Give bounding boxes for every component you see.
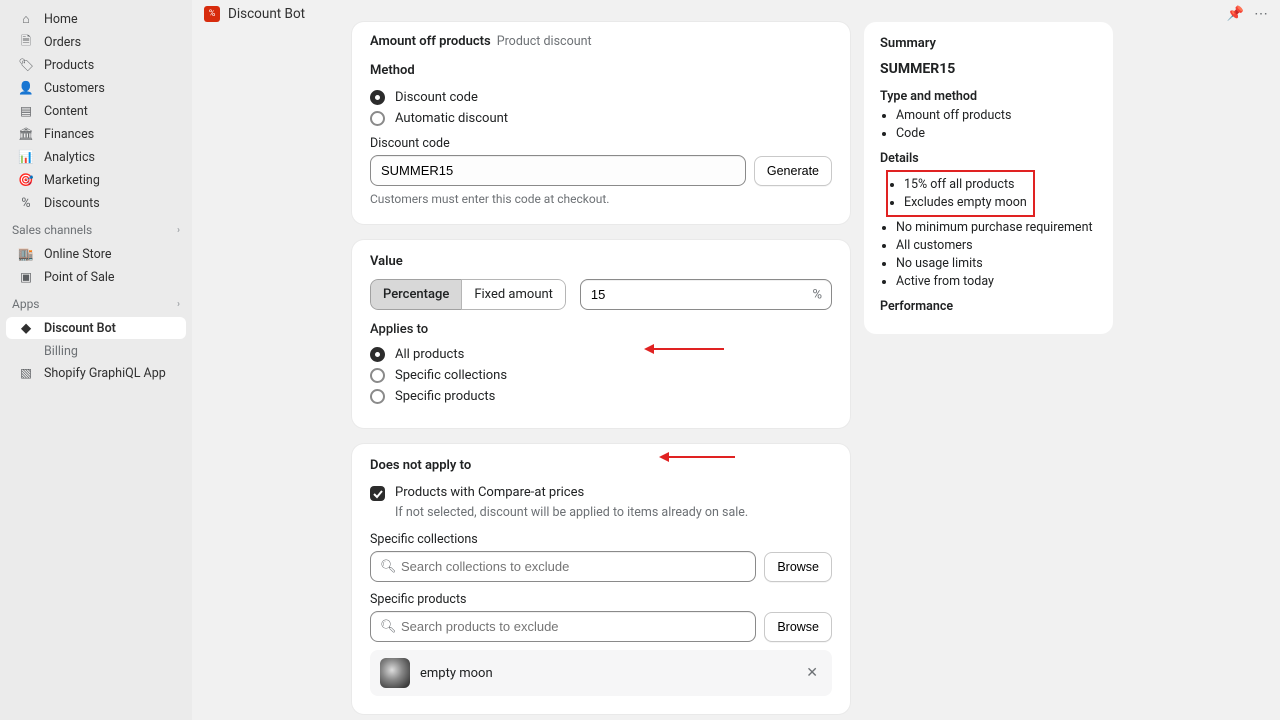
radio-icon [370, 389, 385, 404]
search-icon: 🔍︎ [380, 619, 397, 634]
summary-highlight-box: 15% off all products Excludes empty moon [886, 170, 1035, 217]
exclude-collections-search[interactable] [370, 551, 756, 582]
radio-icon [370, 368, 385, 383]
radio-selected-icon [370, 90, 385, 105]
nav-discounts[interactable]: %Discounts [6, 192, 186, 214]
excluded-product-chip: empty moon ✕ [370, 650, 832, 696]
app-icon: ▧ [18, 365, 34, 381]
marketing-icon: 🎯 [18, 173, 34, 188]
nav-orders[interactable]: 🗎Orders [6, 31, 186, 53]
nav-app-graphiql[interactable]: ▧Shopify GraphiQL App [6, 362, 186, 384]
discount-code-input[interactable] [370, 155, 746, 186]
card-value: Value Percentage Fixed amount % Applies … [352, 240, 850, 428]
pos-icon: ▣ [18, 269, 34, 285]
seg-fixed[interactable]: Fixed amount [461, 279, 566, 310]
nav-content[interactable]: ▤Content [6, 100, 186, 122]
summary-detail-item: Active from today [896, 274, 1097, 289]
summary-code: SUMMER15 [880, 61, 1097, 77]
value-type-segment: Percentage Fixed amount [370, 279, 566, 310]
nav-pos[interactable]: ▣Point of Sale [6, 266, 186, 288]
checkbox-checked-icon [370, 486, 385, 501]
summary-detail-item: 15% off all products [904, 177, 1027, 192]
value-input[interactable] [580, 279, 832, 310]
radio-icon [370, 111, 385, 126]
summary-tm-item: Code [896, 126, 1097, 141]
checkbox-compare-at[interactable]: Products with Compare-at prices [370, 485, 832, 501]
app-icon: ◆ [18, 320, 34, 336]
nav-app-discountbot[interactable]: ◆Discount Bot [6, 317, 186, 339]
exclude-products-label: Specific products [370, 592, 832, 607]
applies-to-label: Applies to [370, 322, 832, 337]
percent-suffix: % [812, 287, 822, 302]
radio-all-products[interactable]: All products [370, 347, 832, 362]
nav-home[interactable]: ⌂Home [6, 8, 186, 30]
main-column: Amount off products Product discount Met… [352, 22, 850, 720]
summary-performance-label: Performance [880, 299, 1097, 314]
summary-title: Summary [880, 36, 1097, 51]
product-name: empty moon [420, 666, 493, 681]
method-label: Method [370, 63, 832, 78]
home-icon: ⌂ [18, 12, 34, 27]
summary-details-label: Details [880, 151, 1097, 166]
card-subtitle: Product discount [497, 34, 592, 49]
exclude-title: Does not apply to [370, 458, 832, 473]
annotation-arrow [644, 344, 724, 354]
analytics-icon: 📊 [18, 150, 34, 165]
nav-app-billing[interactable]: Billing [6, 340, 186, 362]
summary-detail-item: No usage limits [896, 256, 1097, 271]
summary-detail-item: Excludes empty moon [904, 195, 1027, 210]
seg-percentage[interactable]: Percentage [370, 279, 462, 310]
product-thumb [380, 658, 410, 688]
remove-product-button[interactable]: ✕ [802, 665, 822, 681]
search-icon: 🔍︎ [380, 559, 397, 574]
card-exclude: Does not apply to Products with Compare-… [352, 444, 850, 714]
products-icon: 🏷 [18, 58, 34, 73]
annotation-arrow [659, 452, 735, 462]
store-icon: 🏬 [18, 247, 34, 262]
summary-type-method-label: Type and method [880, 89, 1097, 104]
summary-column: Summary SUMMER15 Type and method Amount … [864, 22, 1113, 334]
sidebar: ⌂Home 🗎Orders 🏷Products 👤Customers ▤Cont… [0, 0, 192, 720]
radio-specific-products[interactable]: Specific products [370, 389, 832, 404]
finances-icon: 🏛 [18, 127, 34, 142]
radio-discount-code[interactable]: Discount code [370, 90, 832, 105]
nav-analytics[interactable]: 📊Analytics [6, 146, 186, 168]
nav-finances[interactable]: 🏛Finances [6, 123, 186, 145]
discount-code-field-label: Discount code [370, 136, 832, 151]
orders-icon: 🗎 [18, 32, 34, 53]
nav-marketing[interactable]: 🎯Marketing [6, 169, 186, 191]
nav-products[interactable]: 🏷Products [6, 54, 186, 76]
summary-detail-item: All customers [896, 238, 1097, 253]
nav-section-sales-channels[interactable]: Sales channels› [0, 215, 192, 243]
content-icon: ▤ [18, 103, 34, 119]
chevron-right-icon: › [177, 299, 180, 310]
radio-automatic[interactable]: Automatic discount [370, 111, 832, 126]
nav-section-apps[interactable]: Apps› [0, 289, 192, 317]
chevron-right-icon: › [177, 225, 180, 236]
customers-icon: 👤 [18, 81, 34, 96]
nav-online-store[interactable]: 🏬Online Store [6, 243, 186, 265]
nav-customers[interactable]: 👤Customers [6, 77, 186, 99]
generate-button[interactable]: Generate [754, 156, 832, 186]
discount-code-help: Customers must enter this code at checko… [370, 192, 832, 206]
card-title: Amount off products [370, 34, 491, 49]
summary-tm-item: Amount off products [896, 108, 1097, 123]
summary-detail-item: No minimum purchase requirement [896, 220, 1097, 235]
compare-at-help: If not selected, discount will be applie… [395, 505, 832, 520]
browse-products-button[interactable]: Browse [764, 612, 832, 642]
exclude-products-search[interactable] [370, 611, 756, 642]
browse-collections-button[interactable]: Browse [764, 552, 832, 582]
exclude-collections-label: Specific collections [370, 532, 832, 547]
summary-card: Summary SUMMER15 Type and method Amount … [864, 22, 1113, 334]
discounts-icon: % [18, 196, 34, 211]
value-title: Value [370, 254, 832, 269]
radio-specific-collections[interactable]: Specific collections [370, 368, 832, 383]
card-method: Amount off products Product discount Met… [352, 22, 850, 224]
radio-selected-icon [370, 347, 385, 362]
